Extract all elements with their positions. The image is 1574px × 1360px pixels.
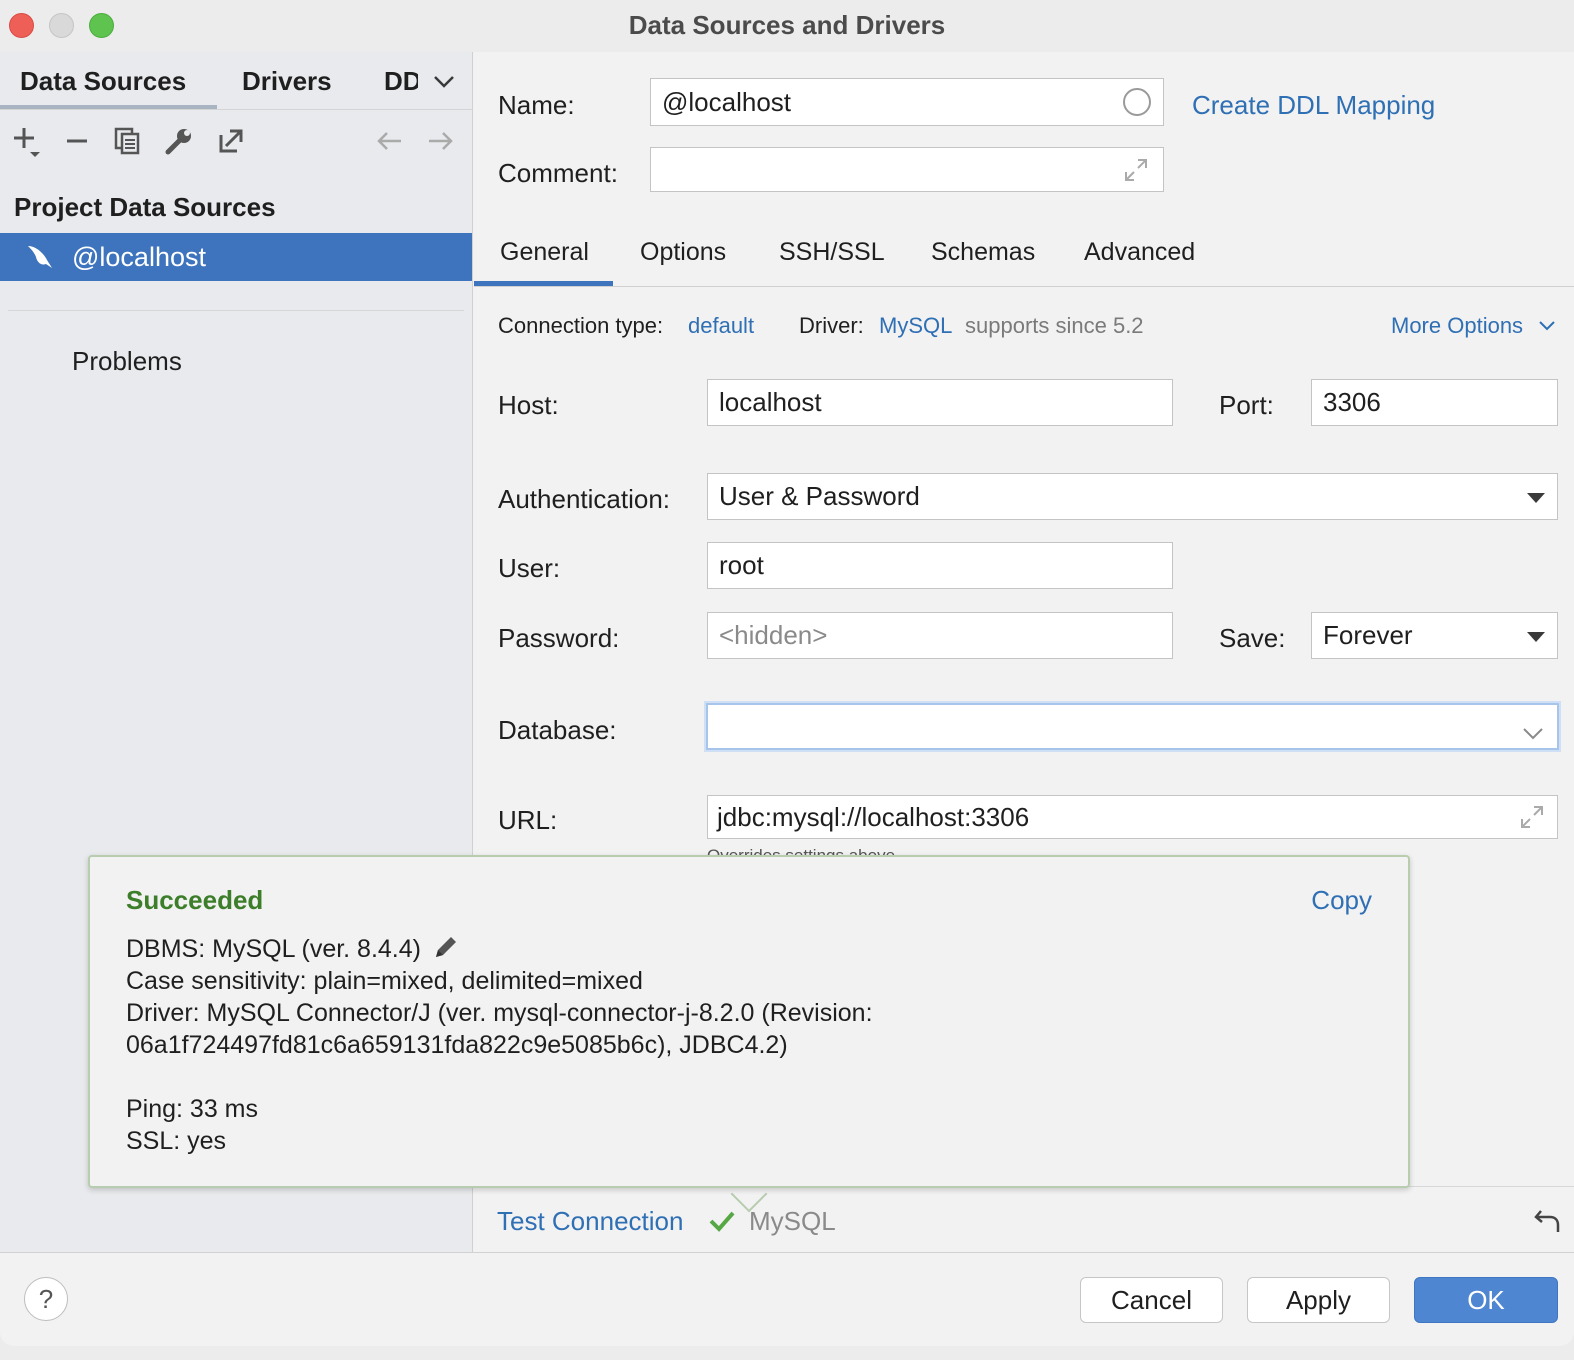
password-input[interactable]: <hidden> [707,612,1173,659]
authentication-label: Authentication: [498,484,671,514]
tab-advanced[interactable]: Advanced [1084,238,1195,267]
url-value: jdbc:mysql://localhost:3306 [717,801,1030,832]
driver-label: Driver: [799,313,864,338]
tabs-divider [474,286,1574,287]
authentication-select[interactable]: User & Password [707,473,1558,520]
popup-ping-line: Ping: 33 ms [126,1095,259,1123]
database-combobox[interactable] [706,703,1559,750]
save-value: Forever [1323,620,1413,650]
divider [8,310,464,311]
window-title: Data Sources and Drivers [628,10,946,40]
expand-icon[interactable] [1519,804,1545,837]
tab-data-sources[interactable]: Data Sources [20,66,186,97]
popup-dbms-line: DBMS: MySQL (ver. 8.4.4) [126,933,460,968]
test-result-popup: Succeeded Copy DBMS: MySQL (ver. 8.4.4) … [88,855,1410,1188]
tab-drivers[interactable]: Drivers [242,66,332,97]
chevron-down-icon[interactable] [1521,718,1545,749]
name-label: Name: [498,90,575,120]
title-bar: Data Sources and Drivers [0,0,1574,52]
cancel-button[interactable]: Cancel [1080,1277,1223,1323]
host-value: localhost [719,387,822,417]
tree-item-label: @localhost [72,242,206,272]
create-ddl-mapping-link[interactable]: Create DDL Mapping [1192,90,1435,121]
database-label: Database: [498,715,617,745]
password-label: Password: [498,623,620,653]
help-button[interactable]: ? [24,1277,68,1321]
dialog-window: Data Sources and Drivers Data Sources Dr… [0,0,1574,1346]
tree-item-localhost[interactable]: @localhost [0,233,472,281]
popup-ssl-line: SSL: yes [126,1127,227,1155]
test-connection-link[interactable]: Test Connection [497,1206,683,1237]
popup-status: Succeeded [126,885,264,915]
color-circle-icon[interactable] [1123,88,1151,116]
ok-button[interactable]: OK [1414,1277,1558,1323]
check-icon [708,1208,736,1239]
driver-note: supports since 5.2 [965,313,1144,338]
user-label: User: [498,553,561,583]
port-input[interactable]: 3306 [1311,379,1558,426]
tab-ddl-truncated[interactable]: DD [384,66,418,97]
wrench-icon[interactable] [162,124,196,158]
comment-field[interactable] [650,147,1164,192]
test-driver-name: MySQL [749,1206,836,1236]
host-input[interactable]: localhost [707,379,1173,426]
tab-general[interactable]: General [500,238,589,267]
save-select[interactable]: Forever [1311,612,1558,659]
more-options-link[interactable]: More Options [1391,313,1523,339]
dbms-text: DBMS: MySQL (ver. 8.4.4) [126,935,421,964]
chevron-down-icon[interactable] [432,74,456,95]
add-icon[interactable] [10,124,44,158]
divider [0,109,473,110]
remove-icon[interactable] [60,124,94,158]
expand-icon[interactable] [1123,157,1149,190]
popup-case-line: Case sensitivity: plain=mixed, delimited… [126,967,643,995]
forward-arrow-icon[interactable] [424,124,458,158]
mysql-dolphin-icon [25,242,55,277]
tab-options[interactable]: Options [640,238,726,267]
apply-button[interactable]: Apply [1247,1277,1390,1323]
user-value: root [719,550,764,580]
popup-driver-line1: Driver: MySQL Connector/J (ver. mysql-co… [126,999,873,1027]
comment-label: Comment: [498,158,618,188]
chevron-down-icon[interactable] [1538,319,1556,337]
url-input[interactable]: jdbc:mysql://localhost:3306 [707,795,1558,839]
authentication-value: User & Password [719,481,920,511]
problems-item[interactable]: Problems [72,346,182,377]
save-label: Save: [1219,623,1286,653]
pencil-icon[interactable] [432,933,460,968]
divider [0,1252,1574,1253]
duplicate-icon[interactable] [110,124,144,158]
user-input[interactable]: root [707,542,1173,589]
tab-ssh-ssl[interactable]: SSH/SSL [779,238,885,267]
port-label: Port: [1219,390,1274,420]
copy-link[interactable]: Copy [1311,885,1372,916]
port-value: 3306 [1323,387,1381,417]
project-data-sources-heading: Project Data Sources [14,192,276,222]
name-value: @localhost [662,86,792,117]
password-placeholder: <hidden> [719,620,828,650]
dropdown-arrow-icon [1527,631,1545,642]
tab-schemas[interactable]: Schemas [931,238,1035,267]
undo-icon[interactable] [1532,1206,1562,1241]
jump-to-icon[interactable] [214,124,248,158]
driver-link[interactable]: MySQL [879,313,952,339]
popup-driver-line2: 06a1f724497fd81c6a659131fda822c9e5085b6c… [126,1031,788,1059]
dropdown-arrow-icon [1527,492,1545,503]
back-arrow-icon[interactable] [372,124,406,158]
connection-type-link[interactable]: default [688,313,754,339]
url-label: URL: [498,805,558,835]
name-field[interactable]: @localhost [650,78,1164,126]
connection-type-label: Connection type: [498,313,664,338]
host-label: Host: [498,390,559,420]
